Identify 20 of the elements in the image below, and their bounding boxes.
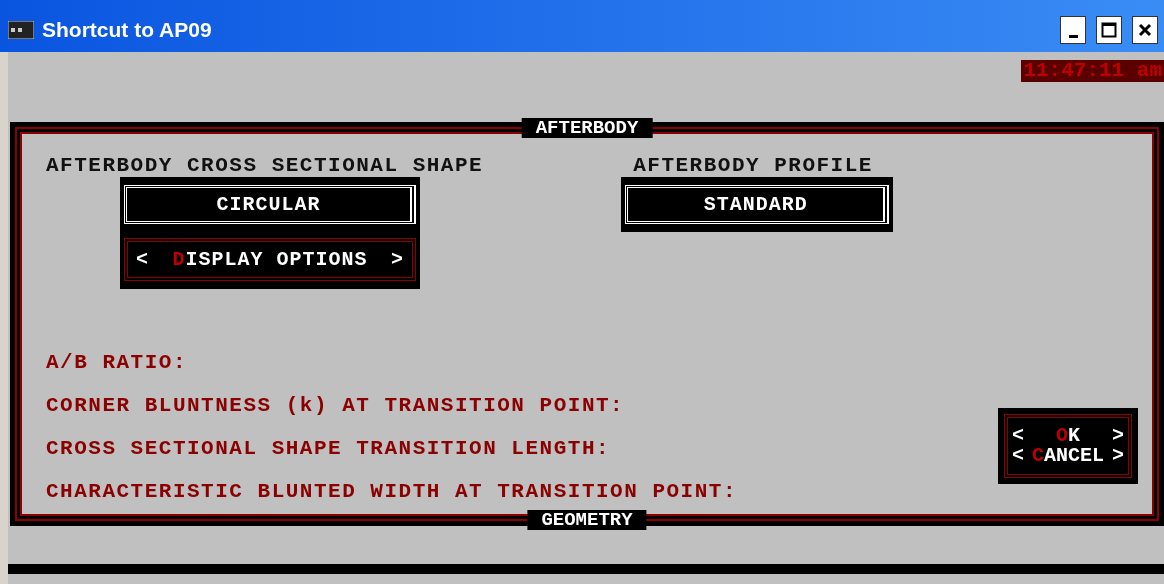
minimize-button[interactable] xyxy=(1060,16,1086,44)
field-label: A/B RATIO: xyxy=(46,351,189,375)
panel-footer: GEOMETRY xyxy=(527,510,647,530)
close-icon xyxy=(1138,23,1152,37)
field-label: CROSS SECTIONAL SHAPE TRANSITION LENGTH: xyxy=(46,437,612,461)
maximize-button[interactable] xyxy=(1096,16,1122,44)
panel-title: AFTERBODY xyxy=(521,118,653,138)
minimize-icon xyxy=(1068,34,1078,38)
field-label: CORNER BLUNTNESS (k) AT TRANSITION POINT: xyxy=(46,394,626,418)
profile-value-field[interactable]: STANDARD xyxy=(625,185,890,224)
window-title: Shortcut to AP09 xyxy=(42,18,213,42)
close-button[interactable] xyxy=(1132,16,1158,44)
shape-label: AFTERBODY CROSS SECTIONAL SHAPE xyxy=(46,154,484,177)
display-options-button[interactable]: < DISPLAY OPTIONS > xyxy=(124,238,416,281)
clock: 11:47:11 am xyxy=(1021,60,1164,82)
maximize-icon xyxy=(1101,22,1117,38)
shape-value-field[interactable]: CIRCULAR xyxy=(124,185,416,224)
console-icon xyxy=(8,21,34,39)
field-label: CHARACTERISTIC BLUNTED WIDTH AT TRANSITION POINT: xyxy=(46,480,738,504)
profile-label: AFTERBODY PROFILE xyxy=(633,154,874,177)
